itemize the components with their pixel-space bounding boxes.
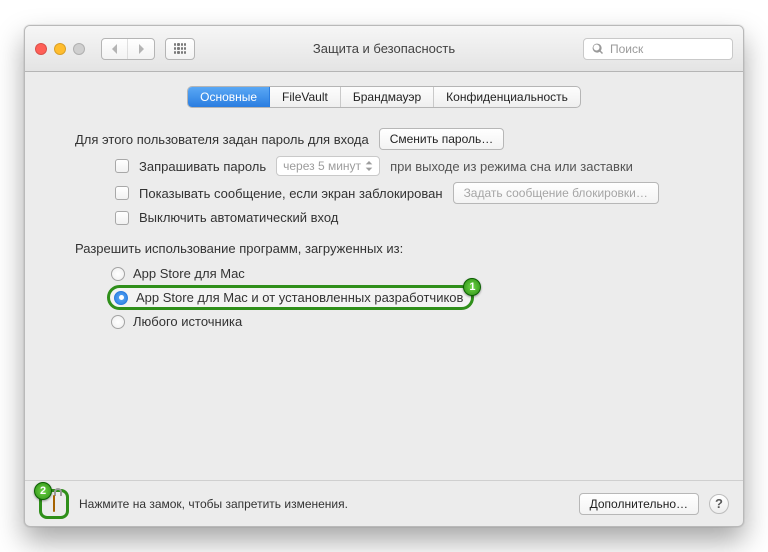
callout-identified: App Store для Mac и от установленных раз… xyxy=(107,285,474,310)
radio-anywhere-label: Любого источника xyxy=(133,314,242,329)
footer: 2 Нажмите на замок, чтобы запретить изме… xyxy=(25,480,743,526)
source-appstore-row[interactable]: App Store для Mac xyxy=(111,266,693,281)
lock-body-icon xyxy=(53,495,55,512)
disable-autologin-checkbox[interactable] xyxy=(115,211,129,225)
minimize-window-button[interactable] xyxy=(54,43,66,55)
radio-anywhere[interactable] xyxy=(111,315,125,329)
show-message-checkbox[interactable] xyxy=(115,186,129,200)
back-button[interactable] xyxy=(102,39,128,59)
chevron-right-icon xyxy=(136,44,146,54)
disable-autologin-label: Выключить автоматический вход xyxy=(139,210,338,225)
forward-button[interactable] xyxy=(128,39,154,59)
password-set-label: Для этого пользователя задан пароль для … xyxy=(75,132,369,147)
search-field[interactable]: Поиск xyxy=(583,38,733,60)
select-stepper-icon xyxy=(365,161,373,171)
tab-filevault[interactable]: FileVault xyxy=(270,87,341,107)
source-anywhere-row[interactable]: Любого источника xyxy=(111,314,693,329)
nav-back-forward xyxy=(101,38,155,60)
tab-firewall[interactable]: Брандмауэр xyxy=(341,87,434,107)
disable-autologin-row: Выключить автоматический вход xyxy=(75,210,693,225)
tabbar: Основные FileVault Брандмауэр Конфиденци… xyxy=(25,72,743,114)
radio-identified-label: App Store для Mac и от установленных раз… xyxy=(136,290,463,305)
window-controls xyxy=(35,43,85,55)
window-toolbar: Защита и безопасность Поиск xyxy=(25,26,743,72)
require-password-delay-select[interactable]: через 5 минут xyxy=(276,156,380,176)
help-button[interactable]: ? xyxy=(709,494,729,514)
radio-appstore-label: App Store для Mac xyxy=(133,266,245,281)
footer-right: Дополнительно… ? xyxy=(579,493,729,515)
require-password-checkbox[interactable] xyxy=(115,159,129,173)
allow-apps-label: Разрешить использование программ, загруж… xyxy=(75,241,403,256)
set-lock-message-button: Задать сообщение блокировки… xyxy=(453,182,659,204)
radio-identified[interactable] xyxy=(114,291,128,305)
close-window-button[interactable] xyxy=(35,43,47,55)
callout-badge-1: 1 xyxy=(463,278,481,296)
show-message-row: Показывать сообщение, если экран заблоки… xyxy=(75,182,693,204)
tab-privacy[interactable]: Конфиденциальность xyxy=(434,87,580,107)
require-password-row: Запрашивать пароль через 5 минут при вых… xyxy=(75,156,693,176)
allow-apps-label-row: Разрешить использование программ, загруж… xyxy=(75,241,693,256)
delay-value: через 5 минут xyxy=(283,159,361,173)
zoom-window-button xyxy=(73,43,85,55)
show-all-button[interactable] xyxy=(165,38,195,60)
preferences-window: Защита и безопасность Поиск Основные Fil… xyxy=(24,25,744,527)
grid-icon xyxy=(174,43,186,55)
search-placeholder: Поиск xyxy=(610,42,643,56)
general-pane: Для этого пользователя задан пароль для … xyxy=(25,114,743,480)
callout-lock: 2 xyxy=(39,489,69,519)
password-set-row: Для этого пользователя задан пароль для … xyxy=(75,128,693,150)
callout-badge-2: 2 xyxy=(34,482,52,500)
advanced-button[interactable]: Дополнительно… xyxy=(579,493,699,515)
require-password-label: Запрашивать пароль xyxy=(139,159,266,174)
tab-general[interactable]: Основные xyxy=(188,87,270,107)
search-icon xyxy=(592,43,604,55)
radio-appstore[interactable] xyxy=(111,267,125,281)
tabs: Основные FileVault Брандмауэр Конфиденци… xyxy=(187,86,581,108)
source-identified-row[interactable]: App Store для Mac и от установленных раз… xyxy=(107,285,693,310)
lock-hint-label: Нажмите на замок, чтобы запретить измене… xyxy=(79,497,348,511)
change-password-button[interactable]: Сменить пароль… xyxy=(379,128,505,150)
chevron-left-icon xyxy=(110,44,120,54)
show-message-label: Показывать сообщение, если экран заблоки… xyxy=(139,186,443,201)
lock-button[interactable] xyxy=(53,496,55,511)
require-password-after-label: при выходе из режима сна или заставки xyxy=(390,159,633,174)
lock-open-icon xyxy=(54,488,62,496)
